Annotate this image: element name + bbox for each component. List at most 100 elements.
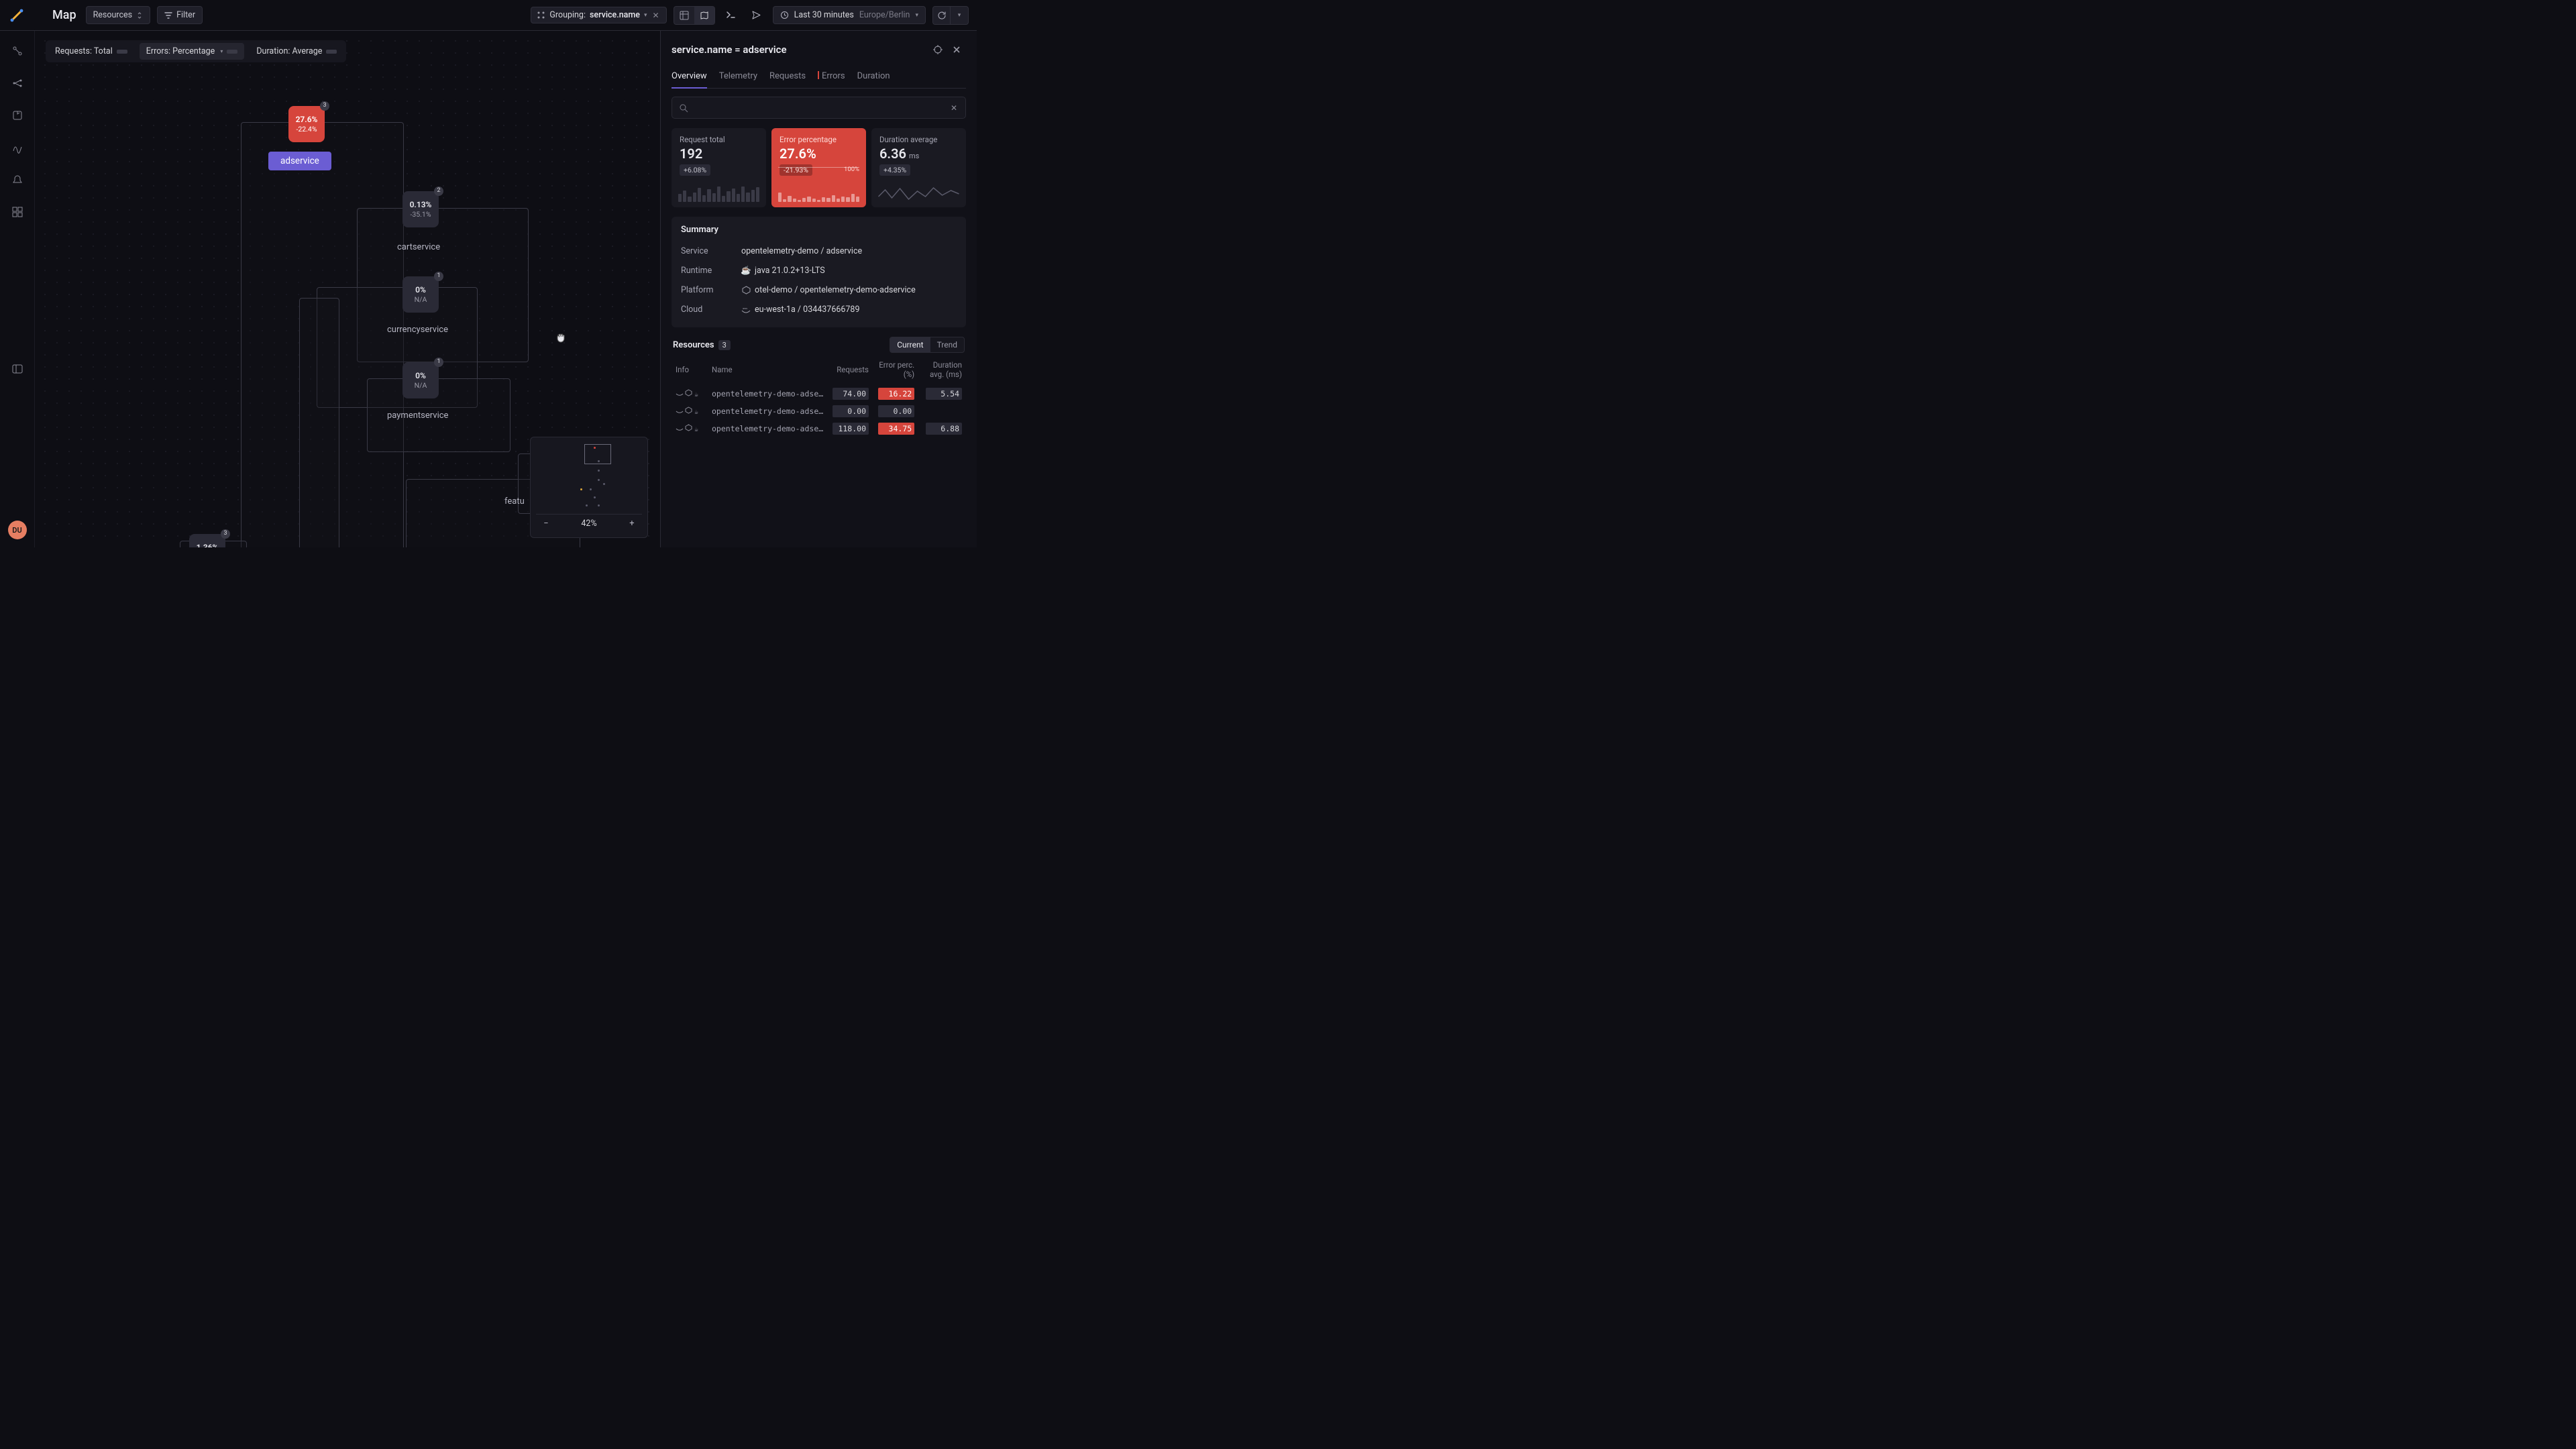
resources-table: Info Name Requests Error perc. (%) Durat… [672,358,966,437]
kpi-delta: +6.08% [680,164,710,176]
refresh-button[interactable] [933,7,951,24]
node-delta: N/A [415,381,427,390]
nav-explore[interactable] [7,40,28,62]
nav-logs[interactable] [7,105,28,126]
refresh-icon [937,11,947,20]
kpi-delta: -21.93% [780,164,812,176]
pill-requests[interactable]: Requests: Total [48,43,134,60]
row-err: 0.00 [873,402,918,420]
row-dur: 5.54 [918,385,966,402]
node-adservice-metric[interactable]: 27.6% -22.4% 3 [288,106,325,142]
minimap[interactable]: − 42% + [530,437,648,538]
tab-errors[interactable]: Errors [818,67,845,88]
resources-view-toggle: Current Trend [890,337,965,353]
timezone-label: Europe/Berlin [859,10,910,20]
tab-overview[interactable]: Overview [672,67,707,88]
aws-icon: aws [741,305,751,315]
share-button[interactable] [747,6,766,25]
java-icon: ☕ [694,391,702,399]
svc-edge-left [299,298,339,547]
node-currencyservice-metric[interactable]: 0% N/A 1 [402,276,439,313]
node-cartservice-metric[interactable]: 0.13% -35.1% 2 [402,191,439,227]
pill-duration[interactable]: Duration: Average [250,43,343,60]
kpi-value: 27.6% [780,146,858,162]
tab-duration[interactable]: Duration [857,67,890,88]
node-paymentservice-metric[interactable]: 0% N/A 1 [402,362,439,398]
nav-traces[interactable] [7,72,28,94]
kubernetes-icon [685,407,693,415]
user-avatar[interactable]: DU [8,521,27,539]
col-name[interactable]: Name [708,358,828,385]
nav-alerts[interactable] [7,169,28,191]
grouping-prefix: Grouping: [549,10,586,20]
table-row[interactable]: ☕opentelemetry-demo-adservice-b…0.000.00 [672,402,966,420]
seg-trend[interactable]: Trend [930,337,964,352]
group-icon [537,11,545,19]
chevron-down-icon: ▾ [915,12,918,19]
node-adservice-chip[interactable]: adservice [268,152,331,170]
kpi-duration[interactable]: Duration average 6.36ms +4.35% [871,128,966,207]
details-panel: service.name = adservice Overview Teleme… [660,31,977,547]
aws-icon [676,407,684,415]
kpi-requests[interactable]: Request total 192 +6.08% [672,128,766,207]
filter-label: Filter [176,10,195,20]
panel-search-input[interactable] [694,103,944,113]
nav-dashboards[interactable] [7,201,28,223]
tab-telemetry[interactable]: Telemetry [719,67,757,88]
zoom-out-button[interactable]: − [539,516,553,531]
summary-row-cloud: Cloud awseu-west-1a / 034437666789 [681,300,957,319]
summary-runtime-value: java 21.0.2+13-LTS [755,266,825,276]
clear-search-button[interactable]: ✕ [949,103,959,113]
minimap-area[interactable] [536,443,642,510]
nav-collapse[interactable] [7,358,28,380]
row-err: 16.22 [873,385,918,402]
terminal-button[interactable] [722,6,741,25]
crosshair-icon [932,44,943,55]
table-view-button[interactable] [674,7,694,24]
pill-errors[interactable]: Errors: Percentage▾ [140,43,245,60]
clear-grouping-button[interactable]: ✕ [651,11,661,20]
nav-metrics[interactable] [7,137,28,158]
node-cartservice-label: cartservice [397,242,440,252]
close-panel-button[interactable] [947,40,966,59]
row-err: 34.75 [873,420,918,437]
time-range-picker[interactable]: Last 30 minutes Europe/Berlin ▾ [773,6,926,24]
send-icon [751,10,761,20]
refresh-menu-button[interactable]: ▾ [951,7,968,24]
node-count-badge: 1 [434,272,443,281]
summary-section: Summary Service opentelemetry-demo / ads… [672,217,966,327]
scope-selector[interactable]: Resources [86,6,151,24]
left-nav: DU [0,31,35,547]
row-name: opentelemetry-demo-adservice-b… [708,402,828,420]
col-err[interactable]: Error perc. (%) [873,358,918,385]
node-value: 0% [415,371,426,381]
col-requests[interactable]: Requests [828,358,873,385]
map-view-button[interactable] [694,7,714,24]
node-value: 27.6% [296,115,318,125]
node-delta: -22.4% [296,125,317,133]
col-dur[interactable]: Duration avg. (ms) [918,358,966,385]
zoom-in-button[interactable]: + [625,516,639,531]
resources-title: Resources [673,340,714,350]
time-range-label: Last 30 minutes [794,10,854,20]
filter-icon [164,11,172,19]
row-info: ☕ [672,402,708,420]
table-row[interactable]: ☕opentelemetry-demo-adservice-b…74.0016.… [672,385,966,402]
kpi-sparkbars [778,184,859,202]
table-row[interactable]: ☕opentelemetry-demo-adservice-b…118.0034… [672,420,966,437]
col-info[interactable]: Info [672,358,708,385]
pill-label: Requests: Total [55,46,113,56]
seg-current[interactable]: Current [890,337,930,352]
kpi-errors[interactable]: Error percentage 27.6% -21.93% 100% [771,128,866,207]
map-icon [700,11,709,20]
node-currencyservice-label: currencyservice [387,325,448,335]
node-bottom-metric[interactable]: 1.36% 3 [189,534,225,547]
grouping-chip[interactable]: Grouping: service.name ▾ ✕ [531,7,666,23]
grab-cursor-icon [555,331,567,343]
kpi-row: Request total 192 +6.08% Error percentag… [672,128,966,207]
tab-requests[interactable]: Requests [769,67,806,88]
filter-button[interactable]: Filter [157,6,203,24]
panel-search[interactable]: ✕ [672,97,966,119]
kpi-value: 192 [680,146,758,162]
focus-button[interactable] [928,40,947,59]
